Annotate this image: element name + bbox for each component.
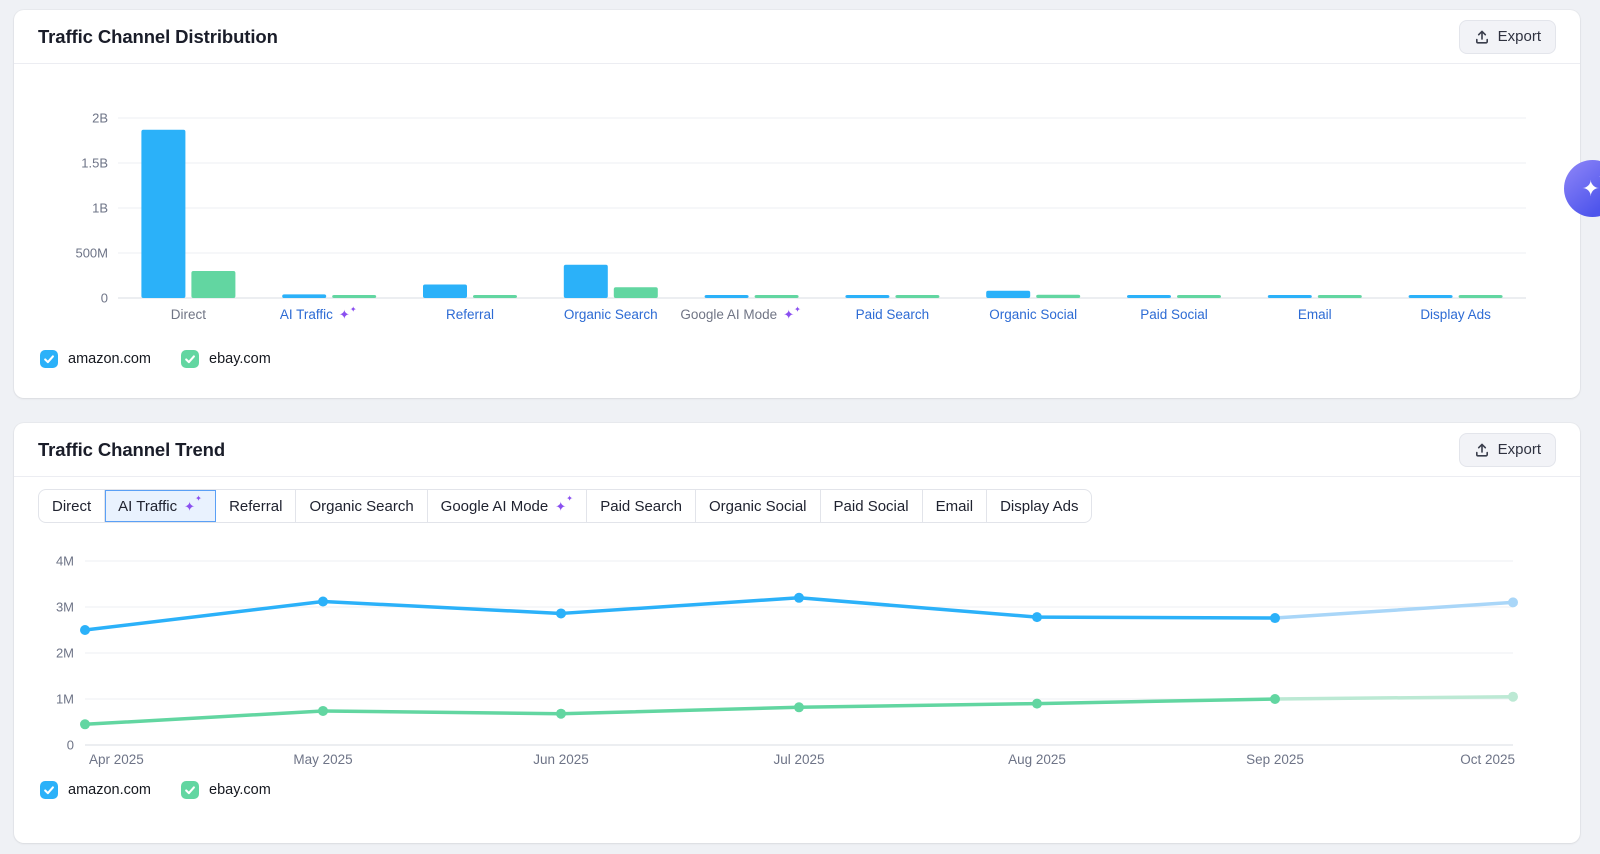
- bar-ebay-com-paid-social[interactable]: [1177, 295, 1221, 298]
- y-tick-label: 0: [67, 738, 74, 753]
- bar-ebay-com-paid-search[interactable]: [895, 295, 939, 298]
- y-tick-label: 4M: [56, 554, 74, 569]
- legend-label: amazon.com: [68, 351, 151, 367]
- x-tick-label: Sep 2025: [1246, 752, 1304, 767]
- y-tick-label: 2M: [56, 646, 74, 661]
- trend-legend: amazon.com ebay.com: [40, 781, 271, 799]
- y-tick-label: 2B: [92, 111, 108, 126]
- point-amazon-com-jun-2025[interactable]: [556, 608, 566, 618]
- x-tick-label: Jun 2025: [533, 752, 589, 767]
- bar-ebay-com-organic-social[interactable]: [1036, 295, 1080, 298]
- category-paid-search[interactable]: Paid Search: [856, 307, 930, 322]
- bar-ebay-com-referral[interactable]: [473, 295, 517, 298]
- point-ebay-com-sep-2025[interactable]: [1270, 694, 1280, 704]
- bar-amazon-com-paid-social[interactable]: [1127, 295, 1171, 298]
- bar-amazon-com-display-ads[interactable]: [1409, 295, 1453, 298]
- check-icon: [43, 353, 55, 365]
- point-ebay-com-aug-2025[interactable]: [1032, 699, 1042, 709]
- legend-label: amazon.com: [68, 782, 151, 798]
- point-amazon-com-oct-2025[interactable]: [1508, 597, 1518, 607]
- bar-amazon-com-organic-social[interactable]: [986, 291, 1030, 298]
- y-tick-label: 1B: [92, 201, 108, 216]
- legend-label: ebay.com: [209, 351, 271, 367]
- x-tick-label: Jul 2025: [773, 752, 824, 767]
- bar-ebay-com-display-ads[interactable]: [1459, 295, 1503, 298]
- check-icon: [184, 353, 196, 365]
- point-amazon-com-sep-2025[interactable]: [1270, 613, 1280, 623]
- bar-series-amazon-com: [141, 130, 1452, 298]
- point-amazon-com-aug-2025[interactable]: [1032, 612, 1042, 622]
- point-ebay-com-apr-2025[interactable]: [80, 719, 90, 729]
- point-ebay-com-oct-2025[interactable]: [1508, 692, 1518, 702]
- distribution-panel: Traffic Channel Distribution Export 0500…: [14, 10, 1580, 398]
- series-checkbox-amazon-com[interactable]: [40, 350, 58, 368]
- series-checkbox-amazon-com[interactable]: [40, 781, 58, 799]
- bar-amazon-com-referral[interactable]: [423, 285, 467, 299]
- y-tick-label: 1.5B: [81, 156, 108, 171]
- point-ebay-com-may-2025[interactable]: [318, 706, 328, 716]
- page-root: { "colors": { "amazon": "#2BB1F9", "ebay…: [0, 0, 1600, 854]
- trend-line-chart: 0 1M 2M 3M 4M Apr 2025 May 2025 Jun 2025 Jul 202…: [14, 423, 1580, 843]
- legend-item-ebay-com: ebay.com: [181, 781, 271, 799]
- legend-item-ebay-com: ebay.com: [181, 350, 271, 368]
- bar-amazon-com-organic-search[interactable]: [564, 265, 608, 298]
- category-email[interactable]: Email: [1298, 307, 1332, 322]
- category-display-ads[interactable]: Display Ads: [1420, 307, 1491, 322]
- category-google-ai-mode: Google AI Mode✦✦: [680, 305, 801, 322]
- bar-series-ebay-com: [191, 271, 1502, 298]
- line-series-amazon-com: [80, 593, 1518, 635]
- category-paid-social[interactable]: Paid Social: [1140, 307, 1208, 322]
- legend-label: ebay.com: [209, 782, 271, 798]
- bar-amazon-com-direct[interactable]: [141, 130, 185, 298]
- bar-amazon-com-email[interactable]: [1268, 295, 1312, 298]
- series-checkbox-ebay-com[interactable]: [181, 781, 199, 799]
- distribution-bar-chart: 0 500M 1B 1.5B 2B Direct AI Traffic✦✦ Referral O…: [14, 10, 1580, 398]
- sparkle-icon: ✦✦: [1582, 178, 1600, 200]
- y-tick-label: 0: [101, 291, 108, 306]
- series-checkbox-ebay-com[interactable]: [181, 350, 199, 368]
- category-organic-social[interactable]: Organic Social: [989, 307, 1077, 322]
- point-ebay-com-jun-2025[interactable]: [556, 709, 566, 719]
- x-tick-label: Aug 2025: [1008, 752, 1066, 767]
- distribution-legend: amazon.com ebay.com: [40, 350, 271, 368]
- check-icon: [43, 784, 55, 796]
- y-tick-label: 500M: [75, 246, 108, 261]
- bar-category-labels: Direct AI Traffic✦✦ Referral Organic Search…: [171, 305, 1491, 322]
- line-series-ebay-com: [80, 692, 1518, 730]
- y-tick-label: 1M: [56, 692, 74, 707]
- x-tick-label: Oct 2025: [1460, 752, 1515, 767]
- category-referral[interactable]: Referral: [446, 307, 494, 322]
- point-amazon-com-apr-2025[interactable]: [80, 625, 90, 635]
- point-amazon-com-may-2025[interactable]: [318, 596, 328, 606]
- bar-amazon-com-ai-traffic[interactable]: [282, 294, 326, 298]
- bar-ebay-com-ai-traffic[interactable]: [332, 295, 376, 298]
- bar-amazon-com-google-ai-mode[interactable]: [705, 295, 749, 298]
- legend-item-amazon-com: amazon.com: [40, 781, 151, 799]
- legend-item-amazon-com: amazon.com: [40, 350, 151, 368]
- x-axis-labels: Apr 2025 May 2025 Jun 2025 Jul 2025 Aug 2025…: [89, 752, 1515, 767]
- line-gridlines: 0 1M 2M 3M 4M: [56, 554, 1513, 753]
- category-direct: Direct: [171, 307, 207, 322]
- point-amazon-com-jul-2025[interactable]: [794, 593, 804, 603]
- point-ebay-com-jul-2025[interactable]: [794, 702, 804, 712]
- bar-ebay-com-direct[interactable]: [191, 271, 235, 298]
- y-tick-label: 3M: [56, 600, 74, 615]
- bar-ebay-com-google-ai-mode[interactable]: [755, 295, 799, 298]
- x-tick-label: May 2025: [293, 752, 352, 767]
- category-ai-traffic[interactable]: AI Traffic✦✦: [280, 305, 357, 322]
- check-icon: [184, 784, 196, 796]
- bar-ebay-com-organic-search[interactable]: [614, 287, 658, 298]
- trend-panel: Traffic Channel Trend Export DirectAI Tr…: [14, 423, 1580, 843]
- bar-gridlines: 0 500M 1B 1.5B 2B: [75, 111, 1526, 306]
- bar-amazon-com-paid-search[interactable]: [845, 295, 889, 298]
- category-organic-search[interactable]: Organic Search: [564, 307, 658, 322]
- bar-ebay-com-email[interactable]: [1318, 295, 1362, 298]
- x-tick-label: Apr 2025: [89, 752, 144, 767]
